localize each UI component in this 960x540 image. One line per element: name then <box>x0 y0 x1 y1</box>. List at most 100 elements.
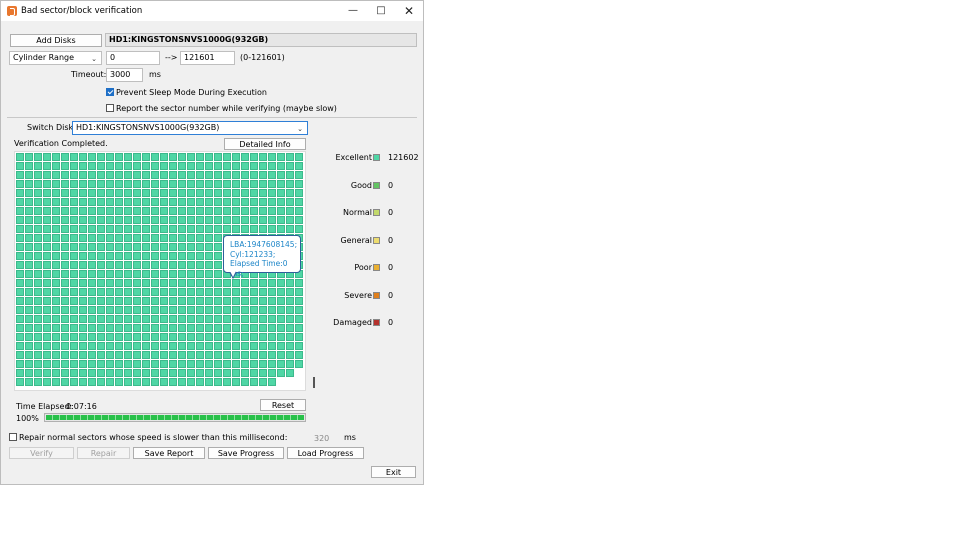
sector-block[interactable] <box>124 351 132 359</box>
sector-block[interactable] <box>196 342 204 350</box>
sector-block[interactable] <box>133 162 141 170</box>
sector-block[interactable] <box>205 342 213 350</box>
sector-block[interactable] <box>16 360 24 368</box>
sector-block[interactable] <box>133 261 141 269</box>
sector-block[interactable] <box>142 189 150 197</box>
sector-block[interactable] <box>142 180 150 188</box>
sector-block[interactable] <box>160 306 168 314</box>
sector-block[interactable] <box>160 162 168 170</box>
sector-block[interactable] <box>16 162 24 170</box>
sector-block[interactable] <box>250 333 258 341</box>
sector-block[interactable] <box>259 198 267 206</box>
sector-block[interactable] <box>133 333 141 341</box>
sector-block[interactable] <box>70 270 78 278</box>
sector-block[interactable] <box>52 360 60 368</box>
sector-block[interactable] <box>43 180 51 188</box>
sector-block[interactable] <box>106 216 114 224</box>
sector-block[interactable] <box>214 261 222 269</box>
sector-block[interactable] <box>88 243 96 251</box>
sector-block[interactable] <box>133 306 141 314</box>
sector-block[interactable] <box>241 189 249 197</box>
sector-block[interactable] <box>232 315 240 323</box>
sector-block[interactable] <box>88 360 96 368</box>
sector-block[interactable] <box>259 171 267 179</box>
sector-block[interactable] <box>187 252 195 260</box>
sector-block[interactable] <box>52 252 60 260</box>
sector-block[interactable] <box>124 252 132 260</box>
sector-block[interactable] <box>160 216 168 224</box>
sector-block[interactable] <box>196 261 204 269</box>
sector-block[interactable] <box>16 216 24 224</box>
sector-block[interactable] <box>187 171 195 179</box>
sector-block[interactable] <box>133 369 141 377</box>
sector-block[interactable] <box>250 378 258 386</box>
sector-block[interactable] <box>268 342 276 350</box>
sector-block[interactable] <box>205 369 213 377</box>
sector-block[interactable] <box>259 297 267 305</box>
sector-block[interactable] <box>268 207 276 215</box>
sector-block[interactable] <box>187 360 195 368</box>
sector-block[interactable] <box>223 297 231 305</box>
sector-block[interactable] <box>79 324 87 332</box>
sector-block[interactable] <box>106 198 114 206</box>
sector-block[interactable] <box>124 279 132 287</box>
sector-block[interactable] <box>133 297 141 305</box>
sector-block[interactable] <box>223 333 231 341</box>
sector-block[interactable] <box>232 216 240 224</box>
sector-block[interactable] <box>142 162 150 170</box>
sector-block[interactable] <box>16 261 24 269</box>
sector-block[interactable] <box>205 297 213 305</box>
sector-block[interactable] <box>124 261 132 269</box>
sector-block[interactable] <box>52 351 60 359</box>
sector-block[interactable] <box>97 216 105 224</box>
sector-block[interactable] <box>241 369 249 377</box>
sector-block[interactable] <box>142 198 150 206</box>
sector-block[interactable] <box>133 378 141 386</box>
sector-block[interactable] <box>214 360 222 368</box>
sector-block[interactable] <box>79 162 87 170</box>
sector-block[interactable] <box>115 342 123 350</box>
sector-block[interactable] <box>178 279 186 287</box>
sector-block[interactable] <box>196 351 204 359</box>
sector-block[interactable] <box>34 180 42 188</box>
sector-block[interactable] <box>97 171 105 179</box>
sector-block[interactable] <box>196 189 204 197</box>
sector-block[interactable] <box>277 162 285 170</box>
sector-block[interactable] <box>133 198 141 206</box>
sector-block[interactable] <box>43 153 51 161</box>
sector-block[interactable] <box>52 369 60 377</box>
sector-block[interactable] <box>43 315 51 323</box>
sector-block[interactable] <box>169 369 177 377</box>
sector-block[interactable] <box>232 297 240 305</box>
sector-block[interactable] <box>295 342 303 350</box>
sector-block[interactable] <box>214 243 222 251</box>
sector-block[interactable] <box>178 243 186 251</box>
sector-block[interactable] <box>268 171 276 179</box>
sector-block[interactable] <box>70 279 78 287</box>
sector-block[interactable] <box>151 288 159 296</box>
sector-block[interactable] <box>286 216 294 224</box>
sector-block[interactable] <box>169 207 177 215</box>
sector-block[interactable] <box>214 234 222 242</box>
sector-block[interactable] <box>250 216 258 224</box>
sector-block[interactable] <box>151 162 159 170</box>
sector-block[interactable] <box>25 297 33 305</box>
sector-block[interactable] <box>178 180 186 188</box>
sector-block[interactable] <box>241 315 249 323</box>
sector-block[interactable] <box>205 225 213 233</box>
sector-block[interactable] <box>241 171 249 179</box>
sector-block[interactable] <box>25 270 33 278</box>
sector-block[interactable] <box>151 180 159 188</box>
sector-block[interactable] <box>106 207 114 215</box>
sector-block[interactable] <box>106 189 114 197</box>
sector-block[interactable] <box>70 297 78 305</box>
sector-block[interactable] <box>223 360 231 368</box>
sector-block[interactable] <box>205 306 213 314</box>
sector-block[interactable] <box>43 333 51 341</box>
sector-block[interactable] <box>106 360 114 368</box>
sector-block[interactable] <box>160 351 168 359</box>
sector-block[interactable] <box>106 252 114 260</box>
sector-block[interactable] <box>160 198 168 206</box>
sector-block[interactable] <box>241 198 249 206</box>
sector-block[interactable] <box>214 333 222 341</box>
